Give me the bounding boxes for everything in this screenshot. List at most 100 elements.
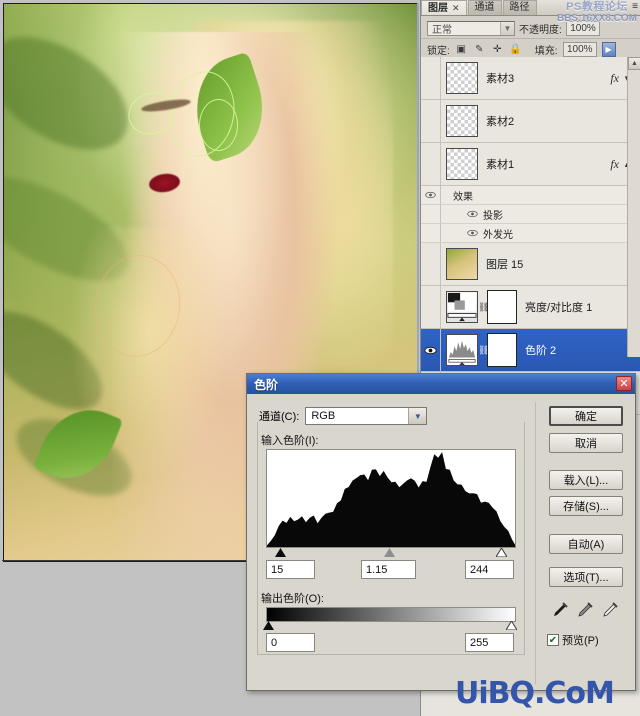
layer-thumbnail-adjustment[interactable]: [446, 334, 478, 366]
opacity-input[interactable]: 100%: [565, 20, 600, 36]
table-row[interactable]: 素材3 fx ▼: [421, 57, 640, 100]
auto-button[interactable]: 自动(A): [549, 534, 623, 554]
effect-visibility-toggle[interactable]: [421, 186, 441, 204]
opacity-label: 不透明度:: [519, 24, 562, 36]
shadow-input-handle[interactable]: [275, 548, 286, 557]
tab-channels[interactable]: 通道: [467, 0, 502, 15]
layer-thumbnail[interactable]: [446, 105, 478, 137]
tab-close-icon[interactable]: ✕: [452, 3, 460, 13]
fill-slider-arrow-icon[interactable]: ▶: [601, 42, 616, 57]
effect-visibility-toggle[interactable]: [421, 205, 441, 223]
layer-visibility-toggle[interactable]: [421, 329, 441, 371]
effect-name: 效果: [453, 191, 473, 203]
output-levels-fields: 0 255: [266, 633, 514, 653]
dialog-body: 通道(C): RGB ▼ 输入色阶(I): 15 1.15 244 输出色阶(O…: [247, 394, 635, 690]
close-icon[interactable]: ✕: [616, 376, 632, 391]
cancel-button[interactable]: 取消: [549, 433, 623, 453]
list-item[interactable]: 投影: [421, 205, 640, 224]
midtone-input-field[interactable]: 1.15: [361, 560, 416, 579]
eye-icon[interactable]: [467, 229, 478, 237]
lock-all-icon[interactable]: 🔒: [509, 43, 522, 56]
layer-visibility-toggle[interactable]: [421, 243, 441, 285]
dialog-title: 色阶: [254, 377, 279, 392]
eye-icon: [424, 346, 437, 354]
output-levels-slider[interactable]: [263, 621, 517, 632]
layer-name: 图层 15: [486, 259, 524, 271]
panel-menu-icon[interactable]: ≡: [632, 1, 638, 13]
scroll-up-icon[interactable]: ▲: [628, 57, 640, 70]
output-levels-label: 输出色阶(O):: [261, 593, 324, 605]
effect-name: 外发光: [483, 229, 513, 241]
fill-label: 填充:: [534, 46, 558, 57]
midtone-input-handle[interactable]: [384, 548, 395, 557]
tab-channels-label: 通道: [474, 2, 495, 13]
effect-name-wrap: 投影: [441, 207, 503, 222]
lock-transparent-pixels-icon[interactable]: ▣: [455, 43, 468, 56]
tab-paths-label: 路径: [509, 2, 530, 13]
tab-layers[interactable]: 图层 ✕: [421, 0, 467, 15]
effect-name: 投影: [483, 210, 503, 222]
eye-icon[interactable]: [467, 210, 478, 218]
panel-tab-bar: 图层 ✕ 通道 路径 ≡: [421, 0, 640, 16]
dialog-titlebar[interactable]: 色阶 ✕: [247, 374, 635, 394]
layer-visibility-toggle[interactable]: [421, 57, 441, 99]
save-button[interactable]: 存储(S)...: [549, 496, 623, 516]
layer-mask-link-icon[interactable]: ⛓: [478, 345, 489, 356]
histogram-svg: [267, 452, 515, 547]
layer-effects-fx-icon[interactable]: fx: [610, 157, 619, 172]
layer-effects-fx-icon[interactable]: fx: [610, 71, 619, 86]
output-black-handle[interactable]: [263, 621, 274, 630]
set-white-point-dropper[interactable]: [599, 601, 619, 621]
list-item[interactable]: 效果: [421, 186, 640, 205]
layer-mask-link-icon[interactable]: ⛓: [478, 302, 489, 313]
eyedropper-group: [549, 599, 629, 623]
table-row[interactable]: 素材1 fx ▲: [421, 143, 640, 186]
ok-button[interactable]: 确定: [549, 406, 623, 426]
levels-icon: [447, 335, 477, 365]
layer-visibility-toggle[interactable]: [421, 100, 441, 142]
layer-visibility-toggle[interactable]: [421, 286, 441, 328]
load-button[interactable]: 载入(L)...: [549, 470, 623, 490]
output-white-field[interactable]: 255: [465, 633, 514, 652]
layer-name: 色阶 2: [525, 345, 557, 357]
effect-name-wrap: 外发光: [441, 226, 513, 241]
divider: [535, 402, 536, 684]
set-gray-point-dropper[interactable]: [574, 601, 594, 621]
lock-position-icon[interactable]: ✛: [491, 43, 504, 56]
histogram-chart: [266, 449, 516, 548]
options-button[interactable]: 选项(T)...: [549, 567, 623, 587]
table-row[interactable]: ⛓ 亮度/对比度 1: [421, 286, 640, 329]
fill-input[interactable]: 100%: [562, 42, 597, 57]
layer-thumbnail[interactable]: [446, 248, 478, 280]
preview-label: 预览(P): [562, 635, 599, 647]
input-levels-slider[interactable]: [266, 547, 514, 559]
highlight-input-handle[interactable]: [496, 548, 507, 557]
layer-name: 素材1: [486, 159, 515, 171]
shadow-input-field[interactable]: 15: [266, 560, 315, 579]
preview-row[interactable]: ✔ 预览(P): [547, 632, 599, 648]
table-row-selected[interactable]: ⛓ 色阶 2: [421, 329, 640, 372]
chevron-down-icon: ▼: [500, 21, 514, 35]
layer-list-scrollbar[interactable]: ▲: [627, 57, 640, 357]
output-white-handle[interactable]: [506, 621, 517, 630]
table-row[interactable]: 素材2: [421, 100, 640, 143]
lock-label: 锁定:: [427, 46, 450, 57]
layer-thumbnail-adjustment[interactable]: [446, 291, 478, 323]
decorative-swirl: [198, 98, 238, 151]
preview-checkbox[interactable]: ✔: [547, 634, 559, 646]
tab-paths[interactable]: 路径: [502, 0, 537, 15]
highlight-input-field[interactable]: 244: [465, 560, 514, 579]
set-black-point-dropper[interactable]: [549, 601, 569, 621]
lock-image-pixels-icon[interactable]: ✎: [473, 43, 486, 56]
layer-visibility-toggle[interactable]: [421, 143, 441, 185]
layer-thumbnail[interactable]: [446, 148, 478, 180]
blend-mode-select[interactable]: 正常 ▼: [427, 20, 515, 36]
list-item[interactable]: 外发光: [421, 224, 640, 243]
layer-mask-thumbnail[interactable]: [487, 290, 517, 324]
layer-thumbnail[interactable]: [446, 62, 478, 94]
layer-name: 素材2: [486, 116, 515, 128]
output-black-field[interactable]: 0: [266, 633, 315, 652]
layer-mask-thumbnail[interactable]: [487, 333, 517, 367]
table-row[interactable]: 图层 15: [421, 243, 640, 286]
effect-visibility-toggle[interactable]: [421, 224, 441, 242]
